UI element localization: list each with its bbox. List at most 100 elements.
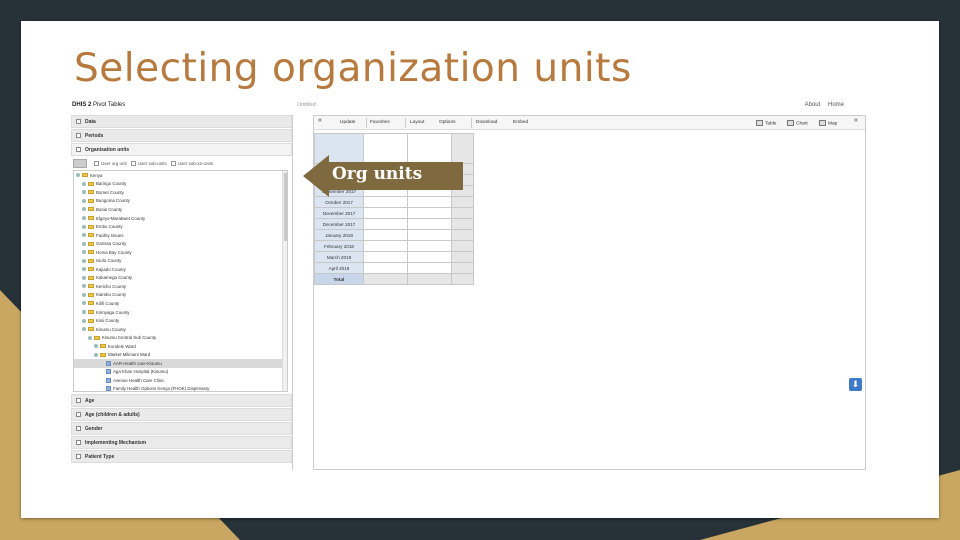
folder-icon [88,275,94,280]
tree-node-label: Isiolo County [96,258,122,264]
tree-node[interactable]: Kisumu Central Sub County [74,333,287,342]
layout-button[interactable]: Layout [410,120,424,125]
options-button[interactable]: Options [439,120,456,125]
download-menu[interactable]: Download [476,120,497,125]
selection-mode-dropdown[interactable] [73,158,87,168]
expand-toggle-icon[interactable] [76,173,80,178]
expand-toggle-icon[interactable] [82,241,86,246]
expand-toggle-icon[interactable] [82,250,86,255]
table-cell [363,262,408,274]
tree-node[interactable]: Kericho County [74,282,287,291]
expand-toggle-icon[interactable] [82,198,86,203]
tree-node[interactable]: Bomet County [74,188,287,197]
table-cell [451,196,474,208]
expand-toggle-icon[interactable] [82,207,86,212]
tree-node[interactable]: Homa Bay County [74,248,287,257]
favorites-menu[interactable]: Favorites [370,120,390,125]
section-data[interactable]: Data [71,115,292,128]
tree-node-label: Embu County [96,224,123,230]
expand-toggle-icon[interactable] [82,258,86,263]
tree-node[interactable]: Kajiado County [74,265,287,274]
collapse-left-button[interactable]: « [318,117,322,124]
folder-icon [88,241,94,246]
embed-menu[interactable]: Embed [513,120,528,125]
expand-toggle-icon[interactable] [82,284,86,289]
about-link[interactable]: About [805,102,821,108]
map-icon [819,120,826,126]
expand-toggle-icon[interactable] [82,267,86,272]
expand-toggle-icon[interactable] [82,224,86,229]
expand-toggle-icon[interactable] [82,327,86,332]
tree-node[interactable]: Market Milimani Ward [74,350,287,359]
tree-node[interactable]: Garissa County [74,239,287,248]
tree-node-label: Busia County [96,206,123,212]
expand-toggle-icon[interactable] [82,318,86,323]
section-toggle-icon [76,454,81,459]
tree-node[interactable]: Embu County [74,222,287,231]
section-organisation-units[interactable]: Organisation units [71,143,292,156]
folder-icon [88,284,94,289]
home-link[interactable]: Home [828,102,844,108]
update-button[interactable]: Update [340,120,355,125]
user-sub-x2-units-checkbox[interactable] [170,160,176,166]
expand-toggle-icon[interactable] [94,344,98,349]
expand-toggle-icon[interactable] [82,310,86,315]
folder-icon [88,258,94,263]
expand-toggle-icon[interactable] [94,352,98,357]
folder-icon [100,352,106,357]
tree-scrollbar[interactable] [282,171,287,391]
tree-node[interactable]: AAR Health care-Kisumu [74,359,287,368]
tree-node-label: Kirinyaga County [96,309,130,315]
collapse-right-button[interactable]: « [854,117,858,124]
folder-icon [88,207,94,212]
tree-node[interactable]: Bungoma County [74,197,287,206]
table-cell [407,229,452,241]
tree-node[interactable]: Baringo County [74,180,287,189]
tree-node[interactable]: Avenue Health Care Clinic [74,376,287,385]
expand-toggle-icon[interactable] [82,292,86,297]
table-cell [451,207,474,219]
tree-node[interactable]: Isiolo County [74,256,287,265]
table-cell [451,218,474,230]
tree-node[interactable]: Elgeyo-Marakwet County [74,214,287,223]
section-age[interactable]: Age [71,394,292,407]
tree-node[interactable]: Kisumu County [74,325,287,334]
section-age-children-adults[interactable]: Age (children & adults) [71,408,292,421]
table-cell [407,251,452,263]
tree-node[interactable]: Kilifi County [74,299,287,308]
chart-button[interactable]: Chart [787,120,808,126]
tree-node[interactable]: Busia County [74,205,287,214]
section-gender[interactable]: Gender [71,422,292,435]
slide-title: Selecting organization units [74,46,632,91]
tree-node[interactable]: Facility Issues [74,231,287,240]
expand-toggle-icon[interactable] [82,190,86,195]
tree-node[interactable]: Kakamega County [74,274,287,283]
tree-node[interactable]: Kondele Ward [74,342,287,351]
section-toggle-icon [76,412,81,417]
table-cell [407,207,452,219]
tree-node[interactable]: Kisii County [74,316,287,325]
expand-toggle-icon[interactable] [82,301,86,306]
section-implementing-mechanism[interactable]: Implementing Mechanism [71,436,292,449]
user-org-unit-checkbox[interactable] [94,160,99,166]
expand-toggle-icon[interactable] [82,275,86,280]
tree-node[interactable]: Kirinyaga County [74,308,287,317]
tree-node[interactable]: Aga Khan Hospital (Kisumu) [74,368,287,377]
tree-node[interactable]: Kiambu County [74,291,287,300]
expand-toggle-icon[interactable] [82,181,86,186]
table-button[interactable]: Table [756,120,776,126]
user-sub-units-checkbox[interactable] [130,160,136,166]
expand-toggle-icon[interactable] [82,216,86,220]
tree-node[interactable]: Family Health Options Kenya (FHOK) Dispe… [74,385,287,391]
section-patient-type[interactable]: Patient Type [71,450,292,463]
section-periods[interactable]: Periods [71,129,292,142]
folder-icon [88,310,94,315]
expand-toggle-icon[interactable] [82,233,86,238]
map-button[interactable]: Map [819,120,837,126]
org-unit-tree[interactable]: Kenya Baringo County Bomet County Bungoma C… [73,170,288,392]
tree-node[interactable]: Kenya [74,171,287,180]
scrollbar-thumb[interactable] [284,173,287,241]
tree-node-label: Kondele Ward [108,343,136,349]
scroll-down-icon[interactable]: ⬇ [849,378,862,391]
expand-toggle-icon[interactable] [88,335,92,340]
